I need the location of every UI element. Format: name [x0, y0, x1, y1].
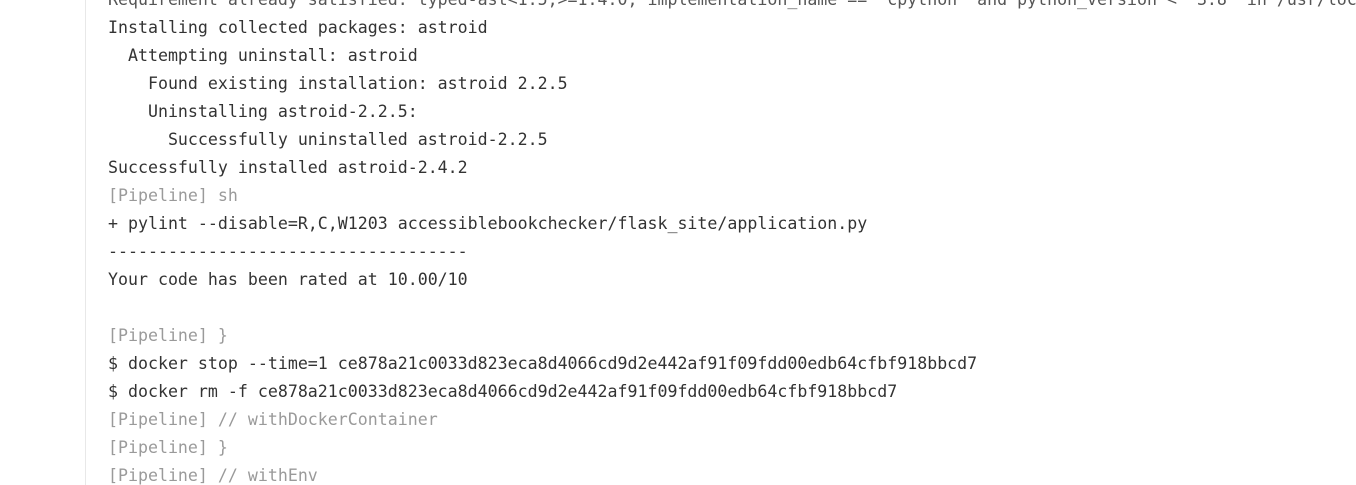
console-line: Successfully installed astroid-2.4.2 — [108, 158, 468, 177]
console-line: Found existing installation: astroid 2.2… — [108, 74, 568, 93]
pipeline-step-line: [Pipeline] sh — [108, 186, 238, 205]
console-line: Attempting uninstall: astroid — [108, 46, 418, 65]
console-gutter-divider — [85, 0, 86, 485]
console-line: ------------------------------------ — [108, 242, 468, 261]
console-line: Successfully uninstalled astroid-2.2.5 — [108, 130, 548, 149]
console-line: + pylint --disable=R,C,W1203 accessibleb… — [108, 214, 868, 233]
console-line: Requirement already satisfied: typed-ast… — [108, 0, 1356, 14]
console-output-page: Requirement already satisfied: typed-ast… — [0, 0, 1356, 485]
pipeline-step-line: [Pipeline] } — [108, 438, 228, 457]
console-line: $ docker stop --time=1 ce878a21c0033d823… — [108, 354, 978, 373]
pipeline-step-line: [Pipeline] // withEnv — [108, 466, 318, 485]
console-line: Uninstalling astroid-2.2.5: — [108, 102, 418, 121]
console-line: Installing collected packages: astroid — [108, 18, 488, 37]
pipeline-step-line: [Pipeline] // withDockerContainer — [108, 410, 438, 429]
pipeline-step-line: [Pipeline] } — [108, 326, 228, 345]
console-line: $ docker rm -f ce878a21c0033d823eca8d406… — [108, 382, 898, 401]
console-output: Requirement already satisfied: typed-ast… — [108, 0, 1356, 485]
console-line: Your code has been rated at 10.00/10 — [108, 270, 468, 289]
